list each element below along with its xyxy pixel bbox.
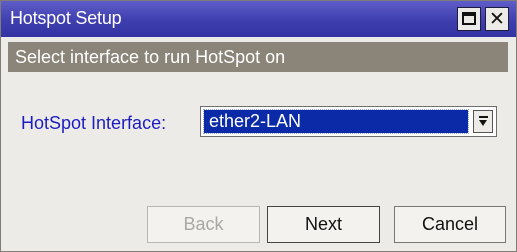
dropdown-button[interactable] (473, 110, 493, 133)
chevron-down-icon (479, 120, 487, 126)
back-button[interactable]: Back (147, 206, 260, 243)
selected-interface-value[interactable]: ether2-LAN (203, 109, 469, 134)
window-title: Hotspot Setup (10, 8, 122, 28)
hotspot-interface-select[interactable]: ether2-LAN (200, 106, 497, 137)
title-bar[interactable]: Hotspot Setup ✕ (1, 1, 516, 37)
maximize-button[interactable] (457, 7, 481, 31)
instruction-banner: Select interface to run HotSpot on (8, 42, 508, 72)
hotspot-interface-label: HotSpot Interface: (21, 113, 167, 133)
next-button[interactable]: Next (267, 206, 380, 243)
close-button[interactable]: ✕ (485, 7, 509, 31)
maximize-icon (462, 12, 476, 25)
close-icon: ✕ (489, 8, 505, 30)
hotspot-setup-window: Hotspot Setup ✕ Select interface to run … (0, 0, 517, 252)
chevron-down-icon-bar (479, 116, 488, 118)
cancel-button[interactable]: Cancel (394, 206, 506, 243)
